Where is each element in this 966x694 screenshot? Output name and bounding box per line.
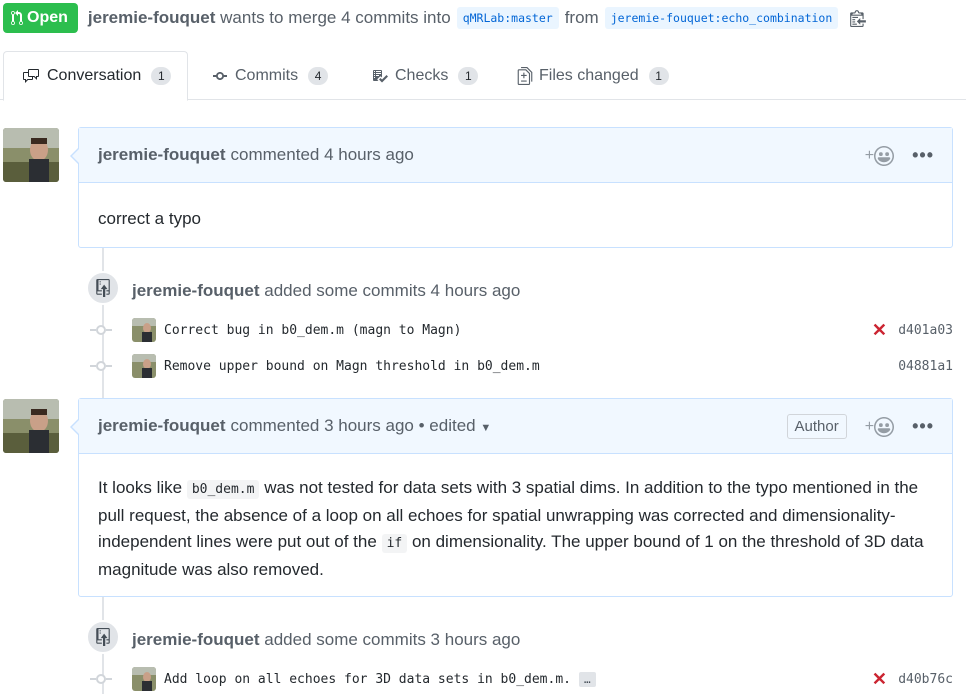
pr-tabs: Conversation 1 Commits 4 Checks 1 Files … [0,51,966,101]
event-text: jeremie-fouquet added some commits 3 hou… [132,630,520,650]
open-state-badge: Open [3,3,78,33]
avatar[interactable] [3,399,59,453]
tab-conversation[interactable]: Conversation 1 [3,51,188,101]
more-options-button[interactable]: ••• [912,145,934,166]
comment-action: commented [230,145,320,164]
comment-timestamp[interactable]: 3 hours ago [324,416,414,436]
comment-header: jeremie-fouquet commented 4 hours ago + … [70,128,952,183]
git-commit-icon [90,361,112,371]
pr-author-link[interactable]: jeremie-fouquet [88,8,216,27]
tab-counter: 1 [151,67,172,85]
commit-row: Remove upper bound on Magn threshold in … [90,354,953,378]
commit-row: Correct bug in b0_dem.m (magn to Magn) ✕… [90,318,953,342]
state-label: Open [27,9,68,26]
comment: jeremie-fouquet commented 3 hours ago • … [70,398,953,598]
comment-actions: Author + ••• [786,399,934,454]
avatar[interactable] [132,667,156,691]
clippy-icon[interactable] [850,9,867,27]
event-description: added some commits 4 hours ago [264,281,521,300]
add-reaction-button[interactable]: + [865,145,895,166]
pr-meta: jeremie-fouquet wants to merge 4 commits… [88,8,451,28]
tab-files-changed[interactable]: Files changed 1 [517,51,669,100]
comment-text: correct a typo [98,209,201,228]
tab-checks[interactable]: Checks 1 [371,51,479,100]
comment-header: jeremie-fouquet commented 3 hours ago • … [70,399,952,454]
comment-text-part: It looks like [98,478,183,497]
commit-sha-link[interactable]: d40b76c [898,672,953,687]
avatar[interactable] [132,318,156,342]
smiley-icon [874,145,895,166]
git-commit-icon [213,71,227,80]
commit-sha-link[interactable]: 04881a1 [898,359,953,374]
head-branch[interactable]: jeremie-fouquet:echo_combination [604,7,839,29]
pr-header: Open jeremie-fouquet wants to merge 4 co… [0,0,966,36]
git-commit-icon [90,325,112,335]
triangle-down-icon: ▼ [480,422,492,434]
comment-author-link[interactable]: jeremie-fouquet [98,416,226,436]
avatar[interactable] [132,354,156,378]
comment-timestamp[interactable]: 4 hours ago [324,145,414,165]
merge-text: wants to merge 4 commits into [220,8,451,27]
tab-counter: 4 [308,66,329,85]
git-commit-icon [90,674,112,684]
x-icon[interactable]: ✕ [872,320,887,341]
smiley-icon [874,416,895,437]
edited-label: • edited [418,416,476,435]
commit-message-link[interactable]: Remove upper bound on Magn threshold in … [164,359,540,374]
commit-sha-link[interactable]: d401a03 [898,323,953,338]
tab-label: Conversation [47,67,142,84]
repo-push-icon [96,279,110,297]
tab-label: Files changed [539,66,639,84]
comment: jeremie-fouquet commented 4 hours ago + … [70,127,953,248]
git-pull-request-icon [11,10,23,26]
commit-message-link[interactable]: Correct bug in b0_dem.m (magn to Magn) [164,323,461,338]
repo-push-icon [96,628,110,646]
tab-label: Checks [395,66,449,84]
tab-counter: 1 [648,66,669,85]
file-diff-icon [517,66,533,85]
comment-body: It looks like b0_dem.m was not tested fo… [79,454,952,598]
tab-commits[interactable]: Commits 4 [211,51,329,100]
tab-counter: 1 [458,66,479,85]
add-reaction-button[interactable]: + [865,416,895,437]
edited-dropdown[interactable]: • edited ▼ [419,416,492,436]
more-options-button[interactable]: ••• [912,416,934,437]
comment-discussion-icon [23,69,39,83]
checklist-icon [373,69,388,82]
inline-code: b0_dem.m [186,480,260,499]
comment-actions: + ••• [865,128,934,183]
comment-author-link[interactable]: jeremie-fouquet [98,145,226,165]
commit-message-link[interactable]: Add loop on all echoes for 3D data sets … [164,672,571,687]
commit-message: Add loop on all echoes for 3D data sets … [164,671,596,687]
comment-body: correct a typo [79,183,952,247]
x-icon[interactable]: ✕ [872,669,887,690]
event-badge [86,271,120,305]
event-author-link[interactable]: jeremie-fouquet [132,630,260,649]
event-author-link[interactable]: jeremie-fouquet [132,281,260,300]
commit-row: Add loop on all echoes for 3D data sets … [90,667,953,691]
author-badge: Author [786,414,847,439]
tab-label: Commits [235,66,299,84]
base-branch[interactable]: qMRLab:master [456,7,559,29]
event-badge [86,620,120,654]
event-text: jeremie-fouquet added some commits 4 hou… [132,281,520,301]
comment-text: It looks like b0_dem.m was not tested fo… [98,475,933,583]
avatar[interactable] [3,128,59,182]
event-description: added some commits 3 hours ago [264,630,521,649]
comment-action: commented [230,416,320,435]
expand-commit-button[interactable]: … [579,671,596,687]
inline-code: if [381,534,408,553]
from-text: from [564,8,599,27]
